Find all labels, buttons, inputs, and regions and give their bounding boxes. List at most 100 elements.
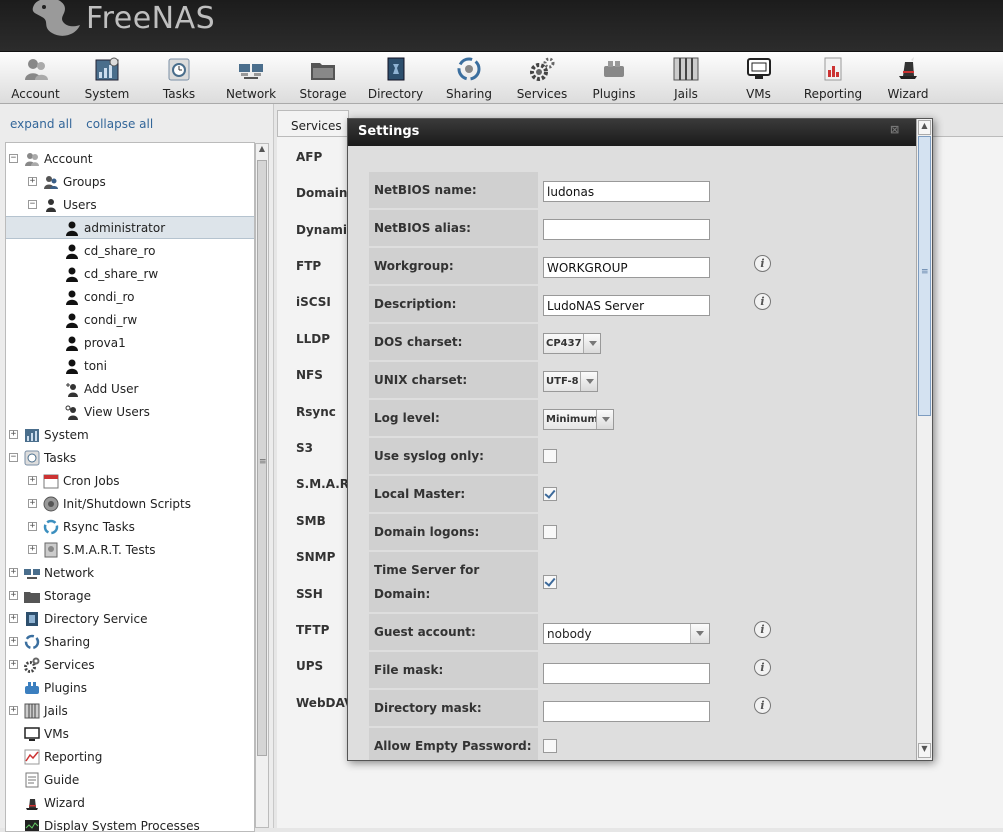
collapse-all-link[interactable]: collapse all bbox=[86, 117, 153, 131]
tree-node-groups[interactable]: + Groups bbox=[28, 170, 253, 193]
expand-toggle-icon[interactable]: + bbox=[9, 430, 18, 439]
tab-services[interactable]: Services bbox=[277, 110, 349, 136]
info-icon[interactable]: i bbox=[754, 659, 771, 676]
tree-node-view-users[interactable]: View Users bbox=[64, 400, 253, 423]
field-label: UNIX charset: bbox=[369, 362, 538, 398]
tree-node-label: prova1 bbox=[84, 336, 126, 350]
time-server-checkbox[interactable] bbox=[543, 575, 557, 589]
file-mask-input[interactable] bbox=[543, 663, 710, 684]
tree-node-account[interactable]: − Account bbox=[9, 147, 253, 170]
info-icon[interactable]: i bbox=[754, 293, 771, 310]
toolbar-wizard[interactable]: Wizard bbox=[871, 52, 945, 104]
time-server-row: Time Server for Domain: bbox=[369, 552, 899, 612]
expand-all-link[interactable]: expand all bbox=[10, 117, 72, 131]
collapse-toggle-icon[interactable]: − bbox=[9, 154, 18, 163]
toolbar-label: Directory bbox=[368, 87, 423, 101]
processes-icon bbox=[24, 818, 40, 832]
info-icon[interactable]: i bbox=[754, 621, 771, 638]
expand-toggle-icon[interactable]: + bbox=[9, 568, 18, 577]
local-master-checkbox[interactable] bbox=[543, 487, 557, 501]
expand-toggle-icon[interactable]: + bbox=[9, 614, 18, 623]
tree-scrollbar-thumb[interactable]: ≡ bbox=[257, 160, 267, 756]
expand-toggle-icon[interactable]: + bbox=[28, 545, 37, 554]
unix-charset-select[interactable]: UTF-8 bbox=[543, 371, 598, 392]
user-icon bbox=[64, 220, 80, 236]
tree-node-user[interactable]: condi_rw bbox=[64, 308, 253, 331]
dos-charset-select[interactable]: CP437 bbox=[543, 333, 601, 354]
tree-node-network[interactable]: + Network bbox=[9, 561, 253, 584]
use-syslog-checkbox[interactable] bbox=[543, 449, 557, 463]
info-icon[interactable]: i bbox=[754, 255, 771, 272]
scroll-down-icon[interactable]: ▼ bbox=[918, 743, 931, 758]
tree-node-smart-tests[interactable]: + S.M.A.R.T. Tests bbox=[28, 538, 253, 561]
tree-node-display-processes[interactable]: Display System Processes bbox=[24, 814, 253, 832]
expand-toggle-icon[interactable]: + bbox=[9, 637, 18, 646]
tree-node-reporting[interactable]: Reporting bbox=[24, 745, 253, 768]
close-icon[interactable]: ⊠ bbox=[890, 123, 902, 135]
dialog-scrollbar[interactable]: ▲ ≡ ▼ bbox=[916, 119, 932, 760]
toolbar-reporting[interactable]: Reporting bbox=[795, 52, 871, 104]
netbios-name-input[interactable]: ludonas bbox=[543, 181, 710, 202]
tree-node-cron-jobs[interactable]: + Cron Jobs bbox=[28, 469, 253, 492]
toolbar-vms[interactable]: VMs bbox=[722, 52, 795, 104]
collapse-toggle-icon[interactable]: − bbox=[9, 453, 18, 462]
toolbar-network[interactable]: Network bbox=[215, 52, 287, 104]
expand-toggle-icon[interactable]: + bbox=[9, 660, 18, 669]
tree-node-user[interactable]: toni bbox=[64, 354, 253, 377]
toolbar-storage[interactable]: Storage bbox=[287, 52, 359, 104]
tree-node-wizard[interactable]: Wizard bbox=[24, 791, 253, 814]
netbios-alias-input[interactable] bbox=[543, 219, 710, 240]
info-icon[interactable]: i bbox=[754, 697, 771, 714]
scroll-up-icon[interactable]: ▲ bbox=[918, 120, 931, 135]
toolbar-services[interactable]: Services bbox=[506, 52, 578, 104]
freenas-logo[interactable]: FreeNAS bbox=[28, 0, 215, 42]
scroll-up-icon[interactable]: ▲ bbox=[256, 144, 268, 158]
tree-node-init-scripts[interactable]: + Init/Shutdown Scripts bbox=[28, 492, 253, 515]
tree-node-user[interactable]: cd_share_rw bbox=[64, 262, 253, 285]
tree-node-tasks[interactable]: − Tasks bbox=[9, 446, 253, 469]
tree-node-directory-service[interactable]: + Directory Service bbox=[9, 607, 253, 630]
tree-node-rsync-tasks[interactable]: + Rsync Tasks bbox=[28, 515, 253, 538]
expand-toggle-icon[interactable]: + bbox=[9, 591, 18, 600]
dialog-scrollbar-thumb[interactable]: ≡ bbox=[918, 136, 931, 416]
log-level-select[interactable]: Minimum bbox=[543, 409, 614, 430]
tree-node-user[interactable]: prova1 bbox=[64, 331, 253, 354]
description-input[interactable]: LudoNAS Server bbox=[543, 295, 710, 316]
tree-node-user[interactable]: cd_share_ro bbox=[64, 239, 253, 262]
tree-node-jails[interactable]: + Jails bbox=[9, 699, 253, 722]
dialog-titlebar[interactable]: Settings ⊠ bbox=[348, 119, 932, 146]
workgroup-input[interactable]: WORKGROUP bbox=[543, 257, 710, 278]
toolbar-sharing[interactable]: Sharing bbox=[432, 52, 506, 104]
tree-node-storage[interactable]: + Storage bbox=[9, 584, 253, 607]
tree-scrollbar[interactable]: ▲ ≡ bbox=[255, 143, 269, 828]
toolbar-tasks[interactable]: Tasks bbox=[143, 52, 215, 104]
tree-node-sharing[interactable]: + Sharing bbox=[9, 630, 253, 653]
expand-toggle-icon[interactable]: + bbox=[28, 499, 37, 508]
allow-empty-password-checkbox[interactable] bbox=[543, 739, 557, 753]
tree-node-guide[interactable]: Guide bbox=[24, 768, 253, 791]
tree-node-system[interactable]: + System bbox=[9, 423, 253, 446]
tree-node-vms[interactable]: VMs bbox=[24, 722, 253, 745]
expand-toggle-icon[interactable]: + bbox=[9, 706, 18, 715]
tree-node-users[interactable]: − Users bbox=[28, 193, 253, 216]
directory-mask-input[interactable] bbox=[543, 701, 710, 722]
expand-toggle-icon[interactable]: + bbox=[28, 476, 37, 485]
domain-logons-checkbox[interactable] bbox=[543, 525, 557, 539]
collapse-toggle-icon[interactable]: − bbox=[28, 200, 37, 209]
toolbar-directory[interactable]: Directory bbox=[359, 52, 432, 104]
tree-node-user[interactable]: condi_ro bbox=[64, 285, 253, 308]
expand-toggle-icon[interactable]: + bbox=[28, 177, 37, 186]
tree-node-add-user[interactable]: Add User bbox=[64, 377, 253, 400]
tree-node-user-administrator[interactable]: administrator bbox=[6, 216, 254, 239]
workgroup-row: Workgroup: WORKGROUP i bbox=[369, 248, 899, 284]
toolbar-jails[interactable]: Jails bbox=[650, 52, 722, 104]
guest-account-select[interactable]: nobody bbox=[543, 623, 710, 644]
expand-toggle-icon[interactable]: + bbox=[28, 522, 37, 531]
tree-node-plugins[interactable]: Plugins bbox=[24, 676, 253, 699]
tree-node-label: S.M.A.R.T. Tests bbox=[63, 543, 156, 557]
directory-icon bbox=[24, 611, 40, 627]
tree-node-services[interactable]: + Services bbox=[9, 653, 253, 676]
toolbar-plugins[interactable]: Plugins bbox=[578, 52, 650, 104]
toolbar-account[interactable]: Account bbox=[0, 52, 71, 104]
toolbar-system[interactable]: System bbox=[71, 52, 143, 104]
